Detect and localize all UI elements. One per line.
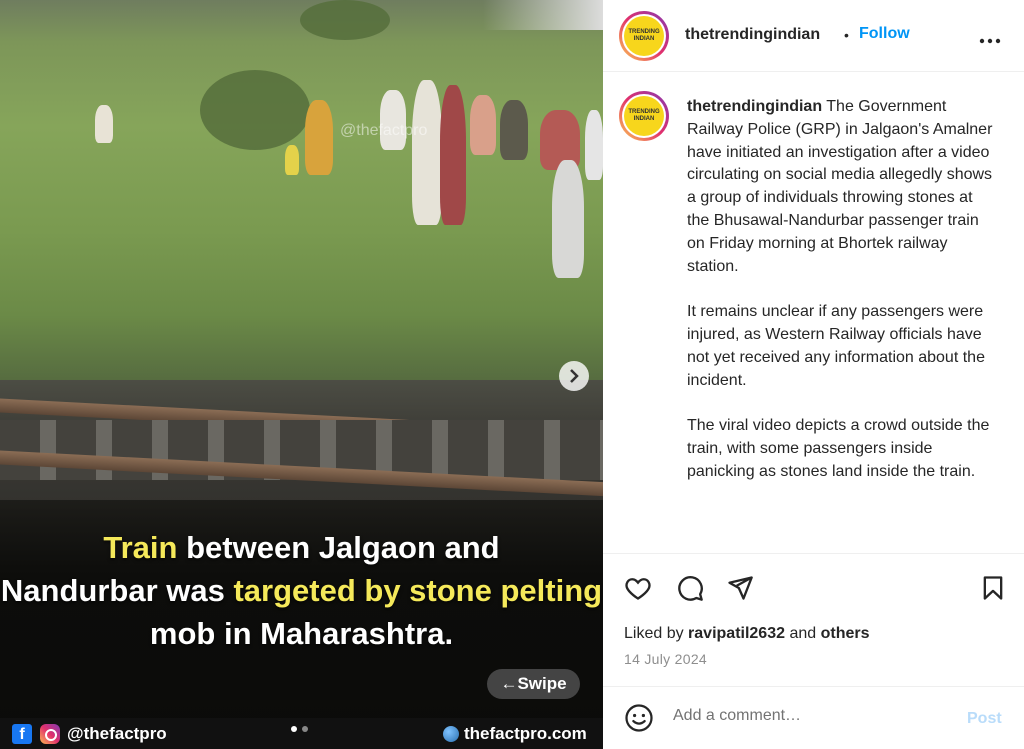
- caption-username[interactable]: thetrendingindian: [687, 98, 822, 115]
- sky-area: [483, 0, 603, 30]
- instagram-icon: [40, 724, 60, 744]
- person-figure: [305, 100, 333, 175]
- watermark-text: @thefactpro: [340, 122, 428, 139]
- more-icon: [979, 38, 1001, 44]
- caption-paragraph: thetrendingindian The Government Railway…: [687, 96, 997, 278]
- post-media[interactable]: @thefactpro Train between Jalgaon and Na…: [0, 0, 603, 749]
- carousel-dots: [291, 726, 308, 732]
- person-figure: [95, 105, 113, 143]
- share-icon[interactable]: [726, 574, 754, 602]
- avatar-logo: TRENDING INDIAN: [624, 96, 664, 136]
- post-date[interactable]: 14 July 2024: [624, 651, 707, 667]
- carousel-dot-active: [291, 726, 297, 732]
- comment-input[interactable]: [673, 707, 943, 725]
- bush: [300, 0, 390, 40]
- caption-paragraph: It remains unclear if any passengers wer…: [687, 303, 985, 389]
- post-header: TRENDING INDIAN thetrendingindian • Foll…: [603, 0, 1024, 72]
- heart-icon[interactable]: [624, 574, 652, 602]
- avatar[interactable]: TRENDING INDIAN: [619, 11, 669, 61]
- person-figure: [440, 85, 466, 225]
- caption-avatar[interactable]: TRENDING INDIAN: [619, 91, 669, 141]
- caption-part: targeted by stone pelting: [233, 573, 603, 608]
- caption-text: The Government Railway Police (GRP) in J…: [687, 98, 993, 275]
- post-details-panel: TRENDING INDIAN thetrendingindian • Foll…: [603, 0, 1024, 749]
- comment-icon[interactable]: [676, 574, 704, 602]
- header-username[interactable]: thetrendingindian: [685, 26, 820, 44]
- hillside-image: [0, 0, 603, 420]
- facebook-icon: f: [12, 724, 32, 744]
- footer-site: thefactpro.com: [464, 724, 587, 743]
- header-separator: •: [844, 27, 849, 43]
- emoji-icon[interactable]: [624, 703, 654, 733]
- person-figure: [285, 145, 299, 175]
- footer-handle: @thefactpro: [67, 724, 167, 743]
- media-caption: Train between Jalgaon and Nandurbar was …: [0, 526, 603, 655]
- more-options-button[interactable]: [979, 24, 1001, 50]
- globe-icon: [443, 726, 459, 742]
- next-slide-button[interactable]: [559, 361, 589, 391]
- person-figure: [380, 90, 406, 150]
- swipe-hint: ←Swipe: [487, 669, 580, 699]
- post-caption: thetrendingindian The Government Railway…: [687, 96, 997, 506]
- caption-part: Nandurbar was: [0, 573, 234, 608]
- carousel-dot: [302, 726, 308, 732]
- bush: [200, 70, 310, 150]
- person-figure: [500, 100, 528, 160]
- liked-by-others[interactable]: others: [821, 625, 870, 642]
- person-figure: [585, 110, 603, 180]
- person-figure: [470, 95, 496, 155]
- likes-prefix: Liked by: [624, 625, 689, 642]
- liked-by-user[interactable]: ravipatil2632: [688, 625, 785, 642]
- chevron-right-icon: [570, 369, 579, 383]
- likes-middle: and: [785, 625, 821, 642]
- post-comment-button[interactable]: Post: [967, 710, 1002, 728]
- caption-part: Train: [103, 530, 178, 565]
- avatar-logo: TRENDING INDIAN: [624, 16, 664, 56]
- caption-paragraph: The viral video depicts a crowd outside …: [687, 417, 990, 480]
- likes-summary: Liked by ravipatil2632 and others: [624, 625, 870, 643]
- caption-part: mob in Maharashtra.: [149, 616, 454, 651]
- person-figure: [412, 80, 442, 225]
- bookmark-icon[interactable]: [979, 574, 1007, 602]
- caption-part: between Jalgaon and: [177, 530, 500, 565]
- follow-button[interactable]: Follow: [859, 25, 910, 43]
- comment-bar: Post: [603, 686, 1024, 749]
- person-figure: [552, 160, 584, 278]
